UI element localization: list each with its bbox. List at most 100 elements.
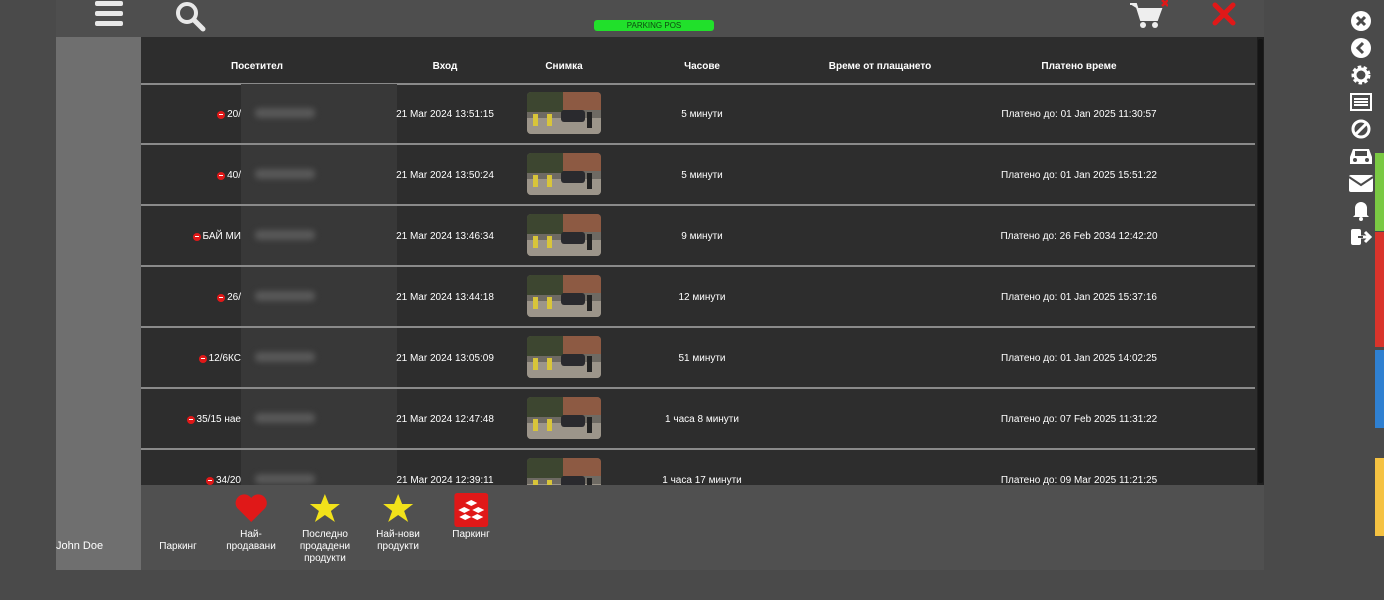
visitor-cell: 40/ [217, 170, 241, 181]
side-tab-yellow[interactable] [1375, 458, 1384, 536]
table-row[interactable]: 20/21 Mar 2024 13:51:15 5 минути Платено … [141, 84, 1255, 145]
snapshot-thumbnail[interactable] [527, 153, 601, 195]
remove-icon[interactable] [186, 415, 195, 424]
remove-icon[interactable] [217, 171, 226, 180]
gear-icon[interactable] [1350, 64, 1372, 86]
col-paid-time[interactable]: Платено време [1041, 61, 1116, 72]
logout-icon[interactable] [1350, 226, 1372, 248]
entry-cell: 21 Mar 2024 12:39:11 [396, 475, 494, 485]
snapshot-thumbnail[interactable] [527, 458, 601, 485]
remove-icon[interactable] [198, 354, 207, 363]
left-panel [56, 37, 141, 570]
quick-button[interactable]: Последно продадени продукти [300, 493, 350, 565]
col-photo[interactable]: Снимка [545, 61, 582, 72]
quick-button-label: продукти [304, 553, 346, 564]
paid-time-cell: Платено до: 01 Jan 2025 15:51:22 [1001, 170, 1157, 181]
quick-button[interactable]: Най-нови продукти [376, 493, 420, 553]
snapshot-thumbnail[interactable] [527, 92, 601, 134]
quick-button-label: Паркинг [452, 529, 490, 540]
paid-time-cell: Платено до: 01 Jan 2025 15:37:16 [1001, 292, 1157, 303]
entry-cell: 21 Mar 2024 13:46:34 [396, 231, 494, 242]
table-row[interactable]: 34/20 21 Mar 2024 12:39:11 1 часа 17 мину… [141, 450, 1255, 485]
quick-button-label: Най-нови [376, 529, 420, 540]
parking-pos-badge: PARKING POS [594, 20, 714, 31]
star-icon [376, 493, 420, 529]
table-row[interactable]: 40/21 Mar 2024 13:50:24 5 минути Платено … [141, 145, 1255, 206]
remove-icon[interactable] [192, 232, 201, 241]
search-icon[interactable] [174, 0, 206, 32]
hours-cell: 51 минути [678, 353, 726, 364]
quick-button-label: продукти [377, 541, 419, 552]
quick-button-label: продадени [299, 541, 351, 552]
remove-icon[interactable] [217, 110, 226, 119]
close-icon[interactable] [1212, 2, 1236, 26]
side-tab-blue[interactable] [1375, 350, 1384, 428]
table-row[interactable]: 26/21 Mar 2024 13:44:18 12 минути Платено… [141, 267, 1255, 328]
redacted-area [241, 145, 397, 204]
visitor-cell: 26/ [217, 292, 241, 303]
entry-cell: 21 Mar 2024 12:47:48 [396, 414, 494, 425]
remove-icon[interactable] [217, 293, 226, 302]
remove-icon[interactable] [205, 476, 214, 485]
back-circle-icon[interactable] [1350, 37, 1372, 59]
table-header: Посетител Вход Снимка Часове Време от пл… [141, 37, 1255, 85]
table-row[interactable]: 12/6КС 21 Mar 2024 13:05:09 51 минути Плат… [141, 328, 1255, 389]
entry-cell: 21 Mar 2024 13:44:18 [396, 292, 494, 303]
table-row[interactable]: 35/15 нае 21 Mar 2024 12:47:48 1 часа 8 м… [141, 389, 1255, 450]
cart-icon[interactable] [1128, 0, 1168, 30]
redacted-area [241, 206, 397, 265]
star-icon [300, 493, 350, 529]
snapshot-thumbnail[interactable] [527, 336, 601, 378]
bell-icon[interactable] [1350, 199, 1372, 221]
paid-time-cell: Платено до: 01 Jan 2025 11:30:57 [1001, 109, 1157, 120]
top-bar: PARKING POS [56, 0, 1264, 37]
entry-cell: 21 Mar 2024 13:50:24 [396, 170, 494, 181]
redacted-area [241, 84, 397, 143]
ban-icon[interactable] [1350, 118, 1372, 140]
paid-time-cell: Платено до: 09 Mar 2025 11:21:25 [1000, 475, 1158, 485]
boxes-icon [452, 493, 489, 529]
envelope-icon[interactable] [1348, 172, 1374, 194]
scrollbar[interactable] [1257, 37, 1264, 485]
redacted-area [241, 389, 397, 448]
snapshot-thumbnail[interactable] [527, 214, 601, 256]
visitor-cell: 34/20 [205, 475, 241, 485]
quick-button-label: продавани [226, 541, 276, 552]
entry-cell: 21 Mar 2024 13:05:09 [396, 353, 494, 364]
menu-icon[interactable] [95, 1, 123, 27]
quick-button[interactable]: Паркинг [452, 493, 490, 541]
col-time-since-payment[interactable]: Време от плащането [829, 61, 931, 72]
side-tab-green[interactable] [1375, 153, 1384, 231]
table-row[interactable]: БАЙ МИ 21 Mar 2024 13:46:34 9 минути Плате… [141, 206, 1255, 267]
snapshot-thumbnail[interactable] [527, 275, 601, 317]
entry-cell: 21 Mar 2024 13:51:15 [396, 109, 494, 120]
paid-time-cell: Платено до: 07 Feb 2025 11:31:22 [1000, 414, 1158, 425]
col-entry[interactable]: Вход [433, 61, 458, 72]
hours-cell: 5 минути [681, 170, 723, 181]
close-circle-icon[interactable] [1350, 10, 1372, 32]
hours-cell: 1 часа 17 минути [662, 475, 742, 485]
hours-cell: 1 часа 8 минути [665, 414, 739, 425]
user-name: John Doe [56, 540, 104, 552]
hours-cell: 9 минути [681, 231, 723, 242]
hours-cell: 5 минути [681, 109, 723, 120]
side-tab-red[interactable] [1375, 232, 1384, 347]
paid-time-cell: Платено до: 26 Feb 2034 12:42:20 [1000, 231, 1158, 242]
quick-button-label: Най- [240, 529, 262, 540]
hours-cell: 12 минути [678, 292, 726, 303]
car-icon[interactable] [1347, 145, 1375, 167]
col-hours[interactable]: Часове [684, 61, 720, 72]
redacted-area [241, 450, 397, 485]
list-icon[interactable] [1350, 91, 1372, 113]
quick-button[interactable]: Паркинг [159, 541, 196, 553]
quick-button-label: Последно [302, 529, 348, 540]
bottom-bar: Паркинг Най-продавани Последно продадени про… [141, 485, 1264, 570]
quick-button-label: Паркинг [159, 541, 197, 552]
visitor-cell: 12/6КС [198, 353, 241, 364]
col-visitor[interactable]: Посетител [231, 61, 283, 72]
visitor-cell: БАЙ МИ [192, 231, 241, 242]
quick-button[interactable]: Най-продавани [226, 493, 276, 553]
redacted-area [241, 267, 397, 326]
snapshot-thumbnail[interactable] [527, 397, 601, 439]
visitor-cell: 20/ [217, 109, 241, 120]
